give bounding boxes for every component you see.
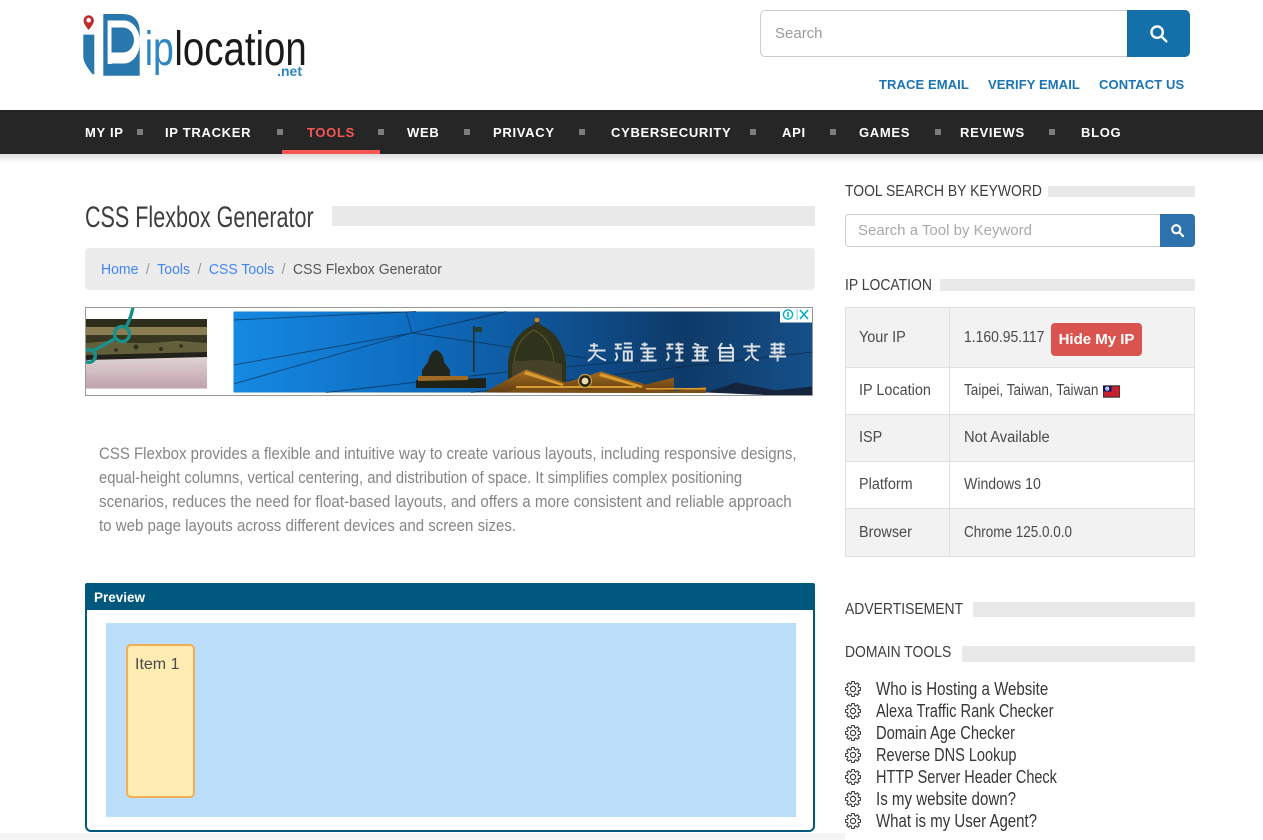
svg-text:.net: .net <box>277 63 302 79</box>
svg-text:ip: ip <box>145 23 174 77</box>
